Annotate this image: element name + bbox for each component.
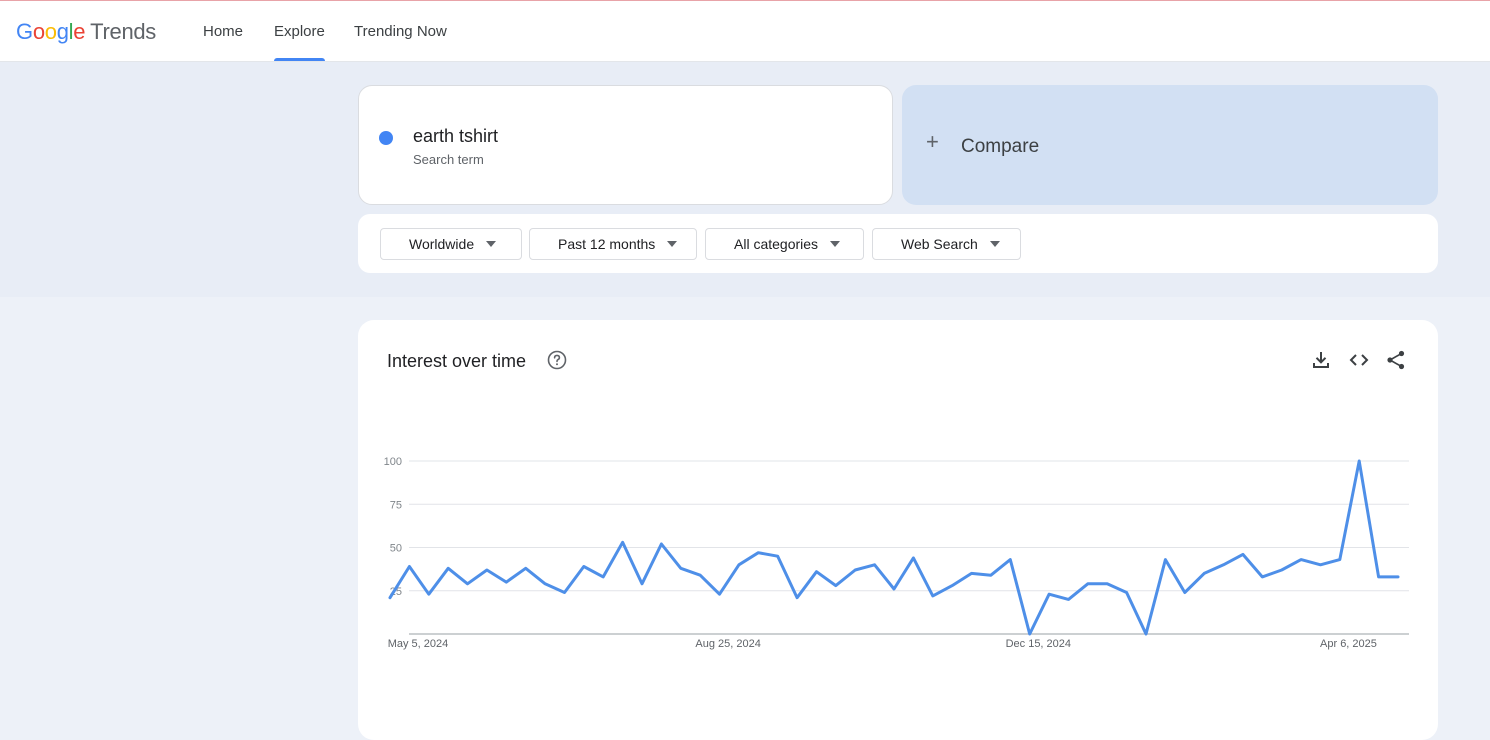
data-point (1046, 591, 1052, 597)
data-point (561, 589, 567, 595)
logo-product-name: Trends (90, 19, 157, 44)
dropdown-arrow-icon (486, 241, 497, 247)
logo-letter: o (44, 19, 57, 44)
data-point (755, 550, 761, 556)
logo-letter: G (16, 19, 33, 44)
nav-trending-now[interactable]: Trending Now (354, 1, 447, 61)
data-point (503, 579, 509, 585)
search-term-card[interactable]: earth tshirt Search term (358, 85, 893, 205)
data-point (1337, 557, 1343, 563)
category-filter-label: All categories (734, 236, 819, 252)
filter-bar: Worldwide Past 12 months All categories … (358, 214, 1438, 273)
data-point (891, 586, 897, 592)
category-filter[interactable]: All categories (705, 228, 864, 260)
search-type-filter[interactable]: Web Search (872, 228, 1021, 260)
search-type-filter-label: Web Search (901, 236, 978, 252)
data-point (484, 567, 490, 573)
data-point (872, 562, 878, 568)
data-point (1085, 581, 1091, 587)
data-point (1162, 557, 1168, 563)
search-term-name[interactable]: earth tshirt (413, 126, 498, 147)
data-point (949, 583, 955, 589)
data-point (1065, 596, 1071, 602)
logo-letter: g (56, 19, 69, 44)
data-point (1317, 562, 1323, 568)
location-filter[interactable]: Worldwide (380, 228, 522, 260)
y-tick-label: 100 (384, 456, 402, 468)
data-point (1298, 557, 1304, 563)
data-point (639, 581, 645, 587)
data-point (426, 591, 432, 597)
x-tick-label: May 5, 2024 (388, 638, 449, 650)
data-point (852, 567, 858, 573)
compare-button[interactable]: + Compare (902, 85, 1438, 205)
search-term-type: Search term (413, 152, 484, 167)
data-point (1143, 631, 1149, 637)
data-point (794, 595, 800, 601)
series-color-dot (379, 131, 393, 145)
time-range-filter[interactable]: Past 12 months (529, 228, 697, 260)
interest-line-chart: 255075100May 5, 2024 Aug 25, 2024 Dec 15, … (384, 456, 1409, 650)
data-point (697, 572, 703, 578)
data-point (736, 562, 742, 568)
data-point (406, 564, 412, 570)
data-point (620, 539, 626, 545)
data-point (581, 564, 587, 570)
data-point (1376, 574, 1382, 580)
plus-icon: + (926, 129, 939, 154)
nav-explore[interactable]: Explore (274, 1, 325, 61)
data-point (1007, 557, 1013, 563)
data-point (1240, 551, 1246, 557)
data-point (910, 555, 916, 561)
data-point (1279, 567, 1285, 573)
dropdown-arrow-icon (830, 241, 841, 247)
location-filter-label: Worldwide (409, 236, 475, 252)
google-trends-logo[interactable]: Google Trends (16, 19, 156, 45)
data-point (1221, 562, 1227, 568)
data-point (1182, 589, 1188, 595)
logo-letter: e (73, 19, 86, 44)
data-point (717, 591, 723, 597)
x-tick-label: Apr 6, 2025 (1320, 638, 1377, 650)
data-point (775, 553, 781, 559)
data-point (988, 572, 994, 578)
dropdown-arrow-icon (989, 241, 1000, 247)
data-point (930, 593, 936, 599)
time-range-filter-label: Past 12 months (558, 236, 656, 252)
top-bar: Google Trends Home Explore Trending Now (0, 1, 1490, 62)
data-point (1124, 589, 1130, 595)
data-point (1356, 458, 1362, 464)
x-tick-label: Dec 15, 2024 (1006, 638, 1071, 650)
interest-over-time-card: Interest over time 25 50 75 100 May 5, 2024 A… (358, 320, 1438, 740)
dropdown-arrow-icon (667, 241, 678, 247)
data-point (445, 565, 451, 571)
data-point (600, 574, 606, 580)
data-point (1027, 631, 1033, 637)
data-point (833, 583, 839, 589)
logo-letter: o (32, 19, 45, 44)
data-point (465, 581, 471, 587)
data-point (678, 565, 684, 571)
x-tick-label: Aug 25, 2024 (695, 638, 760, 650)
data-point (542, 581, 548, 587)
nav-home[interactable]: Home (203, 1, 243, 61)
data-point (1395, 574, 1401, 580)
data-point (658, 541, 664, 547)
data-point (1201, 570, 1207, 576)
compare-label: Compare (961, 136, 1040, 157)
data-point (813, 569, 819, 575)
y-tick-label: 50 (390, 543, 402, 555)
data-point (969, 570, 975, 576)
data-point (523, 565, 529, 571)
data-point (1104, 581, 1110, 587)
y-tick-label: 75 (390, 499, 402, 511)
data-point (1259, 574, 1265, 580)
data-point (387, 595, 393, 601)
